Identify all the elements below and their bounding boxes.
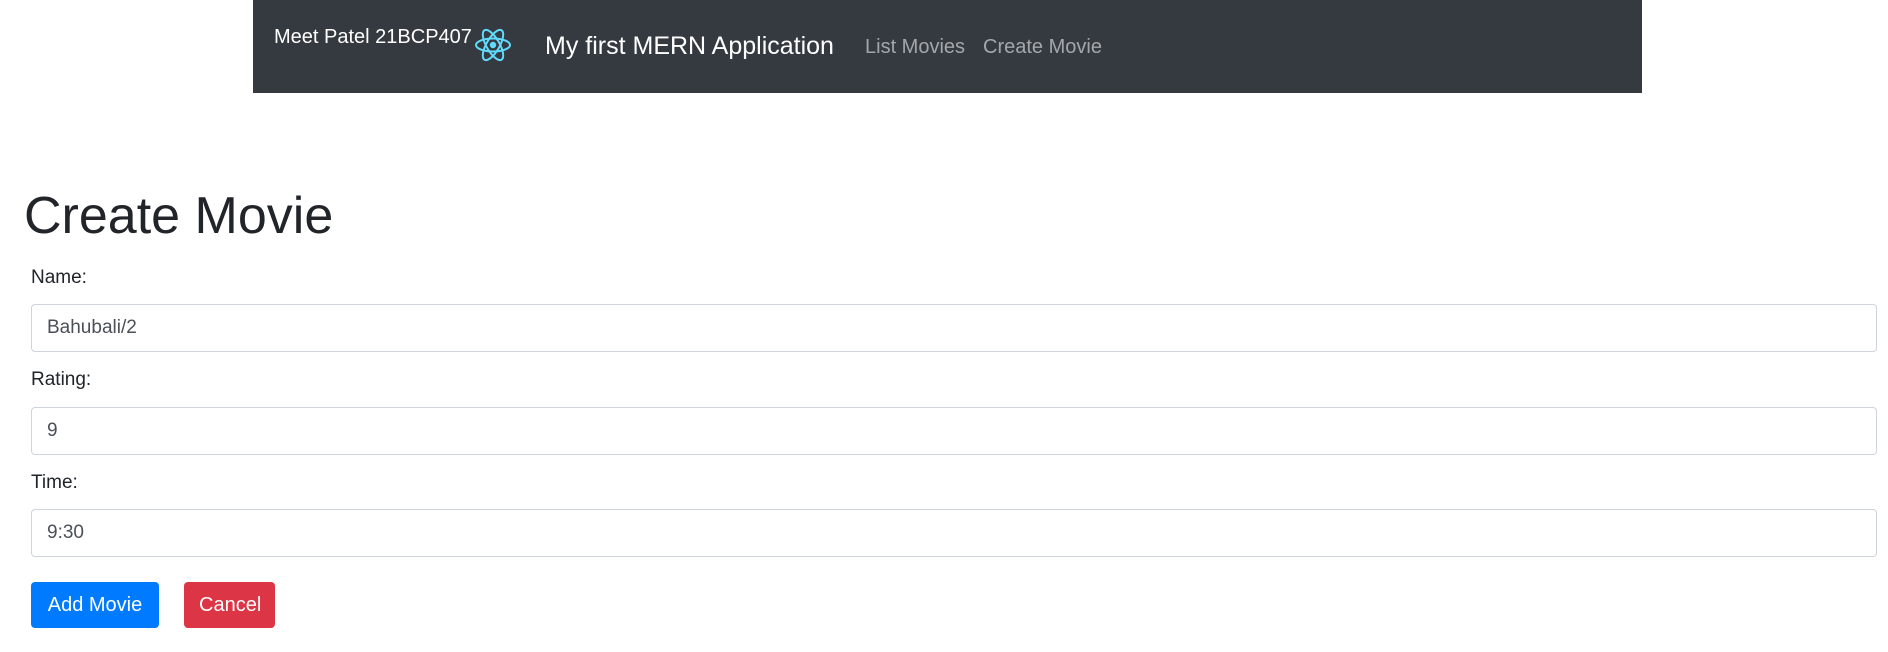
time-label: Time: bbox=[31, 472, 78, 493]
rating-input[interactable] bbox=[31, 407, 1877, 455]
navbar-title[interactable]: My first MERN Application bbox=[545, 30, 834, 62]
navbar: Meet Patel 21BCP407 My first MERN Applic… bbox=[253, 0, 1642, 93]
nav-link-list-movies[interactable]: List Movies bbox=[865, 35, 965, 59]
rating-label: Rating: bbox=[31, 369, 92, 390]
name-input[interactable] bbox=[31, 304, 1877, 352]
react-atom-icon[interactable] bbox=[473, 25, 513, 65]
navbar-author[interactable]: Meet Patel 21BCP407 bbox=[274, 25, 472, 49]
add-movie-button[interactable]: Add Movie bbox=[31, 582, 159, 628]
name-label: Name: bbox=[31, 267, 87, 288]
cancel-button[interactable]: Cancel bbox=[184, 582, 275, 628]
nav-link-create-movie[interactable]: Create Movie bbox=[983, 35, 1102, 59]
page-title: Create Movie bbox=[24, 187, 334, 245]
time-input[interactable] bbox=[31, 509, 1877, 557]
react-atom-icon-svg bbox=[475, 28, 511, 62]
